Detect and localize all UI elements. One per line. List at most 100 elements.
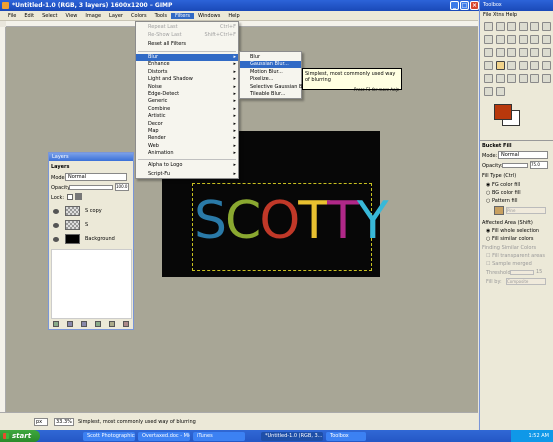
menu-edit[interactable]: Edit [20, 13, 38, 19]
submenu-item-pixelize-[interactable]: Pixelize... [240, 76, 301, 83]
blend-tool-icon[interactable] [507, 61, 516, 70]
menu-item-generic[interactable]: Generic ▸ [136, 98, 238, 105]
menu-filters[interactable]: Filters [171, 12, 194, 19]
dodge-burn-tool-icon[interactable] [495, 87, 505, 96]
menu-item-map[interactable]: Map ▸ [136, 128, 238, 135]
convolve-tool-icon[interactable] [541, 74, 551, 83]
perspective-clone-tool-icon[interactable] [530, 74, 539, 83]
rect-select-tool-icon[interactable] [484, 22, 493, 31]
submenu-item-tileable-blur-[interactable]: Tileable Blur... [240, 91, 301, 98]
submenu-item-selective-gaussian-blur-[interactable]: Selective Gaussian Blur... [240, 84, 313, 91]
menu-item-distorts[interactable]: Distorts ▸ [136, 69, 238, 76]
scale-tool-icon[interactable] [507, 48, 516, 57]
text-tool-icon[interactable] [484, 61, 493, 70]
sample-merged-checkbox[interactable]: ☐ Sample merged [486, 261, 532, 267]
bucket-fill-tool-icon[interactable] [495, 61, 505, 70]
foreground-color-swatch[interactable] [494, 104, 512, 120]
menu-layer[interactable]: Layer [105, 13, 127, 19]
pencil-tool-icon[interactable] [518, 61, 528, 70]
fill-transparent-checkbox[interactable]: ☐ Fill transparent areas [486, 253, 545, 259]
submenu-item-motion-blur-[interactable]: Motion Blur... [240, 69, 301, 76]
menu-item-light-and-shadow[interactable]: Light and Shadow ▸ [136, 76, 238, 83]
layer-row[interactable]: S copy [51, 205, 132, 217]
layer-name[interactable]: S copy [85, 208, 102, 214]
menu-item-alpha-to-logo[interactable]: Alpha to Logo ▸ [136, 162, 238, 169]
bucket-opacity-slider[interactable] [502, 163, 528, 168]
shear-tool-icon[interactable] [518, 48, 528, 57]
smudge-tool-icon[interactable] [484, 87, 493, 96]
taskbar-item[interactable]: iTunes [193, 431, 245, 441]
menu-item-edge-detect[interactable]: Edge-Detect ▸ [136, 91, 238, 98]
submenu-item-blur[interactable]: Blur [240, 54, 301, 61]
free-select-tool-icon[interactable] [507, 22, 516, 31]
flip-tool-icon[interactable] [541, 48, 551, 57]
align-tool-icon[interactable] [541, 35, 551, 44]
pattern-preview[interactable] [494, 206, 504, 215]
layer-opacity-slider[interactable] [69, 185, 113, 190]
threshold-slider[interactable] [510, 270, 534, 275]
layer-name[interactable]: Background [85, 236, 115, 242]
ellipse-select-tool-icon[interactable] [495, 22, 505, 31]
fill-similar-radio[interactable]: ○ Fill similar colors [486, 236, 534, 242]
threshold-value[interactable]: 15 [536, 269, 542, 275]
unit-select[interactable]: px [34, 417, 48, 426]
menu-item-blur[interactable]: Blur ▸ [136, 54, 238, 61]
taskbar-item-active[interactable]: *Untitled-1.0 (RGB, 3... [261, 431, 323, 441]
ink-tool-icon[interactable] [495, 74, 505, 83]
fill-by-select[interactable]: Composite [506, 278, 546, 285]
menu-item-animation[interactable]: Animation ▸ [136, 150, 238, 157]
scissors-tool-icon[interactable] [541, 22, 551, 31]
layer-name[interactable]: S [85, 222, 88, 228]
menu-item-reset-filters[interactable]: Reset all Filters [136, 41, 238, 48]
zoom-tool-icon[interactable] [507, 35, 516, 44]
menu-image[interactable]: Image [81, 13, 105, 19]
menu-item-decor[interactable]: Decor ▸ [136, 121, 238, 128]
toolbox-title[interactable]: Toolbox [480, 0, 553, 11]
menu-item-artistic[interactable]: Artistic ▸ [136, 113, 238, 120]
bg-fill-radio[interactable]: ○ BG color fill [486, 190, 521, 196]
rotate-tool-icon[interactable] [495, 48, 505, 57]
pattern-name[interactable]: Pine [506, 207, 546, 214]
maximize-button[interactable]: □ [460, 1, 469, 10]
menu-item-web[interactable]: Web ▸ [136, 143, 238, 150]
layer-row[interactable]: S [51, 219, 132, 231]
menu-windows[interactable]: Windows [194, 13, 224, 19]
raise-layer-icon[interactable] [67, 321, 73, 327]
menu-item-combine[interactable]: Combine ▸ [136, 106, 238, 113]
taskbar-item[interactable]: Overtaxed.doc - Micr... [138, 431, 190, 441]
layers-list-empty[interactable] [51, 249, 132, 319]
delete-layer-icon[interactable] [123, 321, 129, 327]
taskbar-item[interactable]: Toolbox [326, 431, 366, 441]
heal-tool-icon[interactable] [518, 74, 528, 83]
fill-selection-radio[interactable]: ◉ Fill whole selection [486, 228, 539, 234]
perspective-tool-icon[interactable] [530, 48, 539, 57]
fuzzy-select-tool-icon[interactable] [518, 22, 528, 31]
close-button[interactable]: × [470, 1, 479, 10]
eye-icon[interactable] [53, 208, 59, 214]
toolbox-file-menu[interactable]: File Xtns Help [483, 12, 517, 18]
menu-item-render[interactable]: Render ▸ [136, 135, 238, 142]
airbrush-tool-icon[interactable] [484, 74, 493, 83]
eye-icon[interactable] [53, 222, 59, 228]
menu-select[interactable]: Select [38, 13, 61, 19]
layer-row[interactable]: Background [51, 233, 132, 245]
bucket-opacity-value[interactable]: 75.0 [530, 161, 548, 169]
clone-tool-icon[interactable] [507, 74, 516, 83]
anchor-layer-icon[interactable] [109, 321, 115, 327]
crop-tool-icon[interactable] [484, 48, 493, 57]
lock-checkbox[interactable] [67, 194, 73, 200]
select-by-color-tool-icon[interactable] [530, 22, 539, 31]
zoom-select[interactable]: 33.3% [54, 417, 74, 426]
menu-item-enhance[interactable]: Enhance ▸ [136, 61, 238, 68]
lock-alpha-icon[interactable] [75, 193, 82, 200]
eraser-tool-icon[interactable] [541, 61, 551, 70]
color-picker-tool-icon[interactable] [495, 35, 505, 44]
menu-item-noise[interactable]: Noise ▸ [136, 84, 238, 91]
paintbrush-tool-icon[interactable] [530, 61, 539, 70]
menu-help[interactable]: Help [224, 13, 243, 19]
bucket-mode-select[interactable]: Normal [498, 151, 548, 159]
paths-tool-icon[interactable] [484, 35, 493, 44]
pattern-fill-radio[interactable]: ○ Pattern fill [486, 198, 517, 204]
menu-file[interactable]: File [4, 13, 20, 19]
duplicate-layer-icon[interactable] [95, 321, 101, 327]
